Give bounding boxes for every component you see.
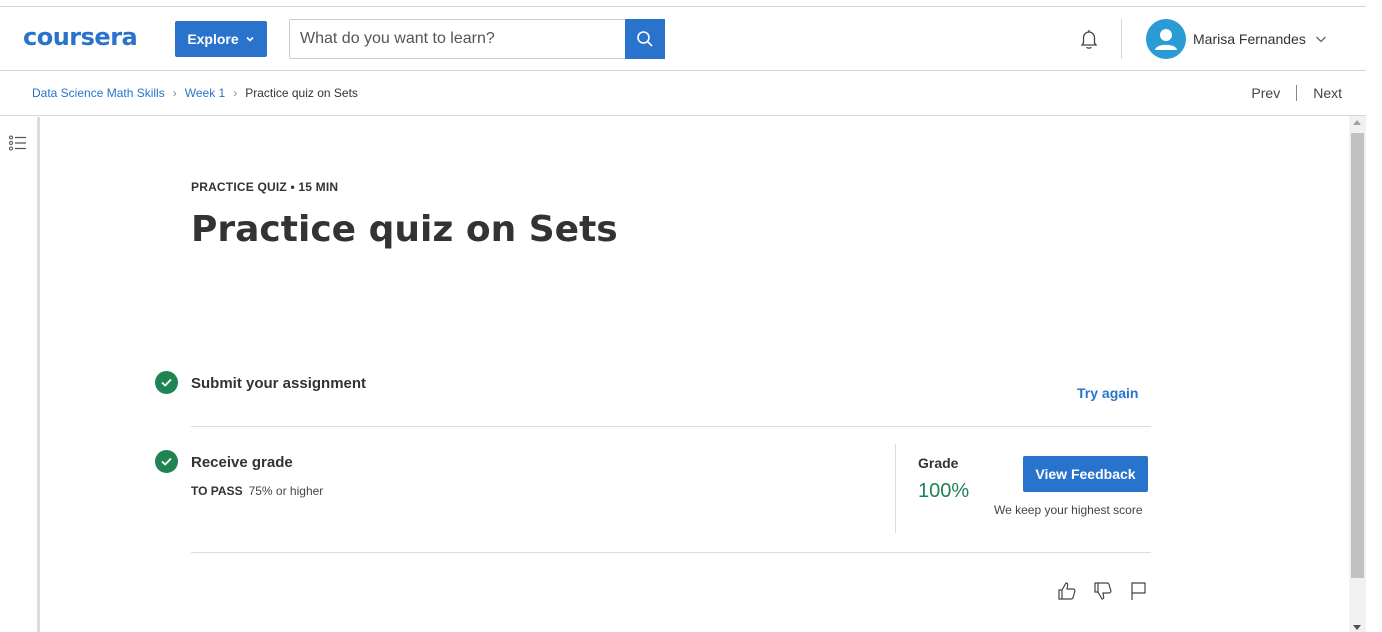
breadcrumb-course[interactable]: Data Science Math Skills bbox=[32, 86, 165, 100]
left-rail bbox=[0, 117, 40, 632]
header-divider bbox=[1121, 19, 1122, 59]
chevron-down-icon[interactable] bbox=[1315, 34, 1327, 44]
breadcrumb-current: Practice quiz on Sets bbox=[245, 86, 358, 100]
divider bbox=[191, 552, 1151, 553]
grade-value: 100% bbox=[918, 480, 970, 502]
breadcrumb: Data Science Math Skills › Week 1 › Prac… bbox=[32, 86, 358, 100]
bell-icon[interactable] bbox=[1076, 27, 1102, 53]
next-link[interactable]: Next bbox=[1313, 85, 1342, 101]
thumbs-down-icon[interactable] bbox=[1092, 580, 1114, 602]
top-header: coursera Explore Marisa Fernandes bbox=[0, 7, 1366, 71]
chevron-right-icon: › bbox=[172, 86, 177, 100]
grade-divider bbox=[895, 444, 896, 533]
thumbs-up-icon[interactable] bbox=[1056, 580, 1078, 602]
feedback-actions bbox=[1056, 580, 1150, 602]
divider bbox=[191, 426, 1151, 427]
list-icon[interactable] bbox=[9, 135, 27, 151]
to-pass-label: TO PASS bbox=[191, 484, 243, 498]
to-pass-text: TO PASS 75% or higher bbox=[191, 484, 323, 498]
check-icon bbox=[155, 450, 178, 473]
to-pass-value: 75% or higher bbox=[248, 484, 324, 498]
highest-score-note: We keep your highest score bbox=[994, 503, 1143, 517]
search-input[interactable] bbox=[290, 20, 625, 58]
chevron-right-icon: › bbox=[233, 86, 238, 100]
nav-divider bbox=[1296, 85, 1298, 101]
grade-label: Grade bbox=[918, 455, 959, 471]
check-icon bbox=[155, 371, 178, 394]
breadcrumb-bar: Data Science Math Skills › Week 1 › Prac… bbox=[0, 72, 1366, 116]
prev-next-nav: Prev Next bbox=[1251, 85, 1342, 101]
scrollbar[interactable] bbox=[1349, 116, 1366, 632]
receive-grade-title: Receive grade bbox=[191, 454, 293, 471]
quiz-kicker: PRACTICE QUIZ • 15 MIN bbox=[191, 180, 339, 194]
avatar-icon bbox=[1155, 29, 1177, 50]
breadcrumb-week[interactable]: Week 1 bbox=[185, 86, 225, 100]
chevron-down-icon bbox=[246, 36, 254, 42]
scroll-up-arrow[interactable] bbox=[1353, 120, 1361, 125]
search-icon bbox=[637, 31, 653, 47]
submit-assignment-title: Submit your assignment bbox=[191, 375, 367, 392]
explore-button[interactable]: Explore bbox=[175, 21, 267, 57]
explore-label: Explore bbox=[187, 31, 239, 47]
flag-icon[interactable] bbox=[1128, 580, 1150, 602]
scroll-thumb[interactable] bbox=[1351, 133, 1364, 578]
user-name[interactable]: Marisa Fernandes bbox=[1193, 31, 1306, 47]
scroll-down-arrow[interactable] bbox=[1353, 625, 1361, 630]
search-button[interactable] bbox=[625, 19, 665, 59]
avatar[interactable] bbox=[1146, 19, 1186, 59]
prev-link[interactable]: Prev bbox=[1251, 85, 1280, 101]
view-feedback-button[interactable]: View Feedback bbox=[1023, 456, 1148, 492]
coursera-logo[interactable]: coursera bbox=[23, 23, 138, 51]
try-again-link[interactable]: Try again bbox=[1077, 385, 1138, 401]
search-bar bbox=[289, 19, 665, 59]
page-title: Practice quiz on Sets bbox=[191, 209, 618, 250]
